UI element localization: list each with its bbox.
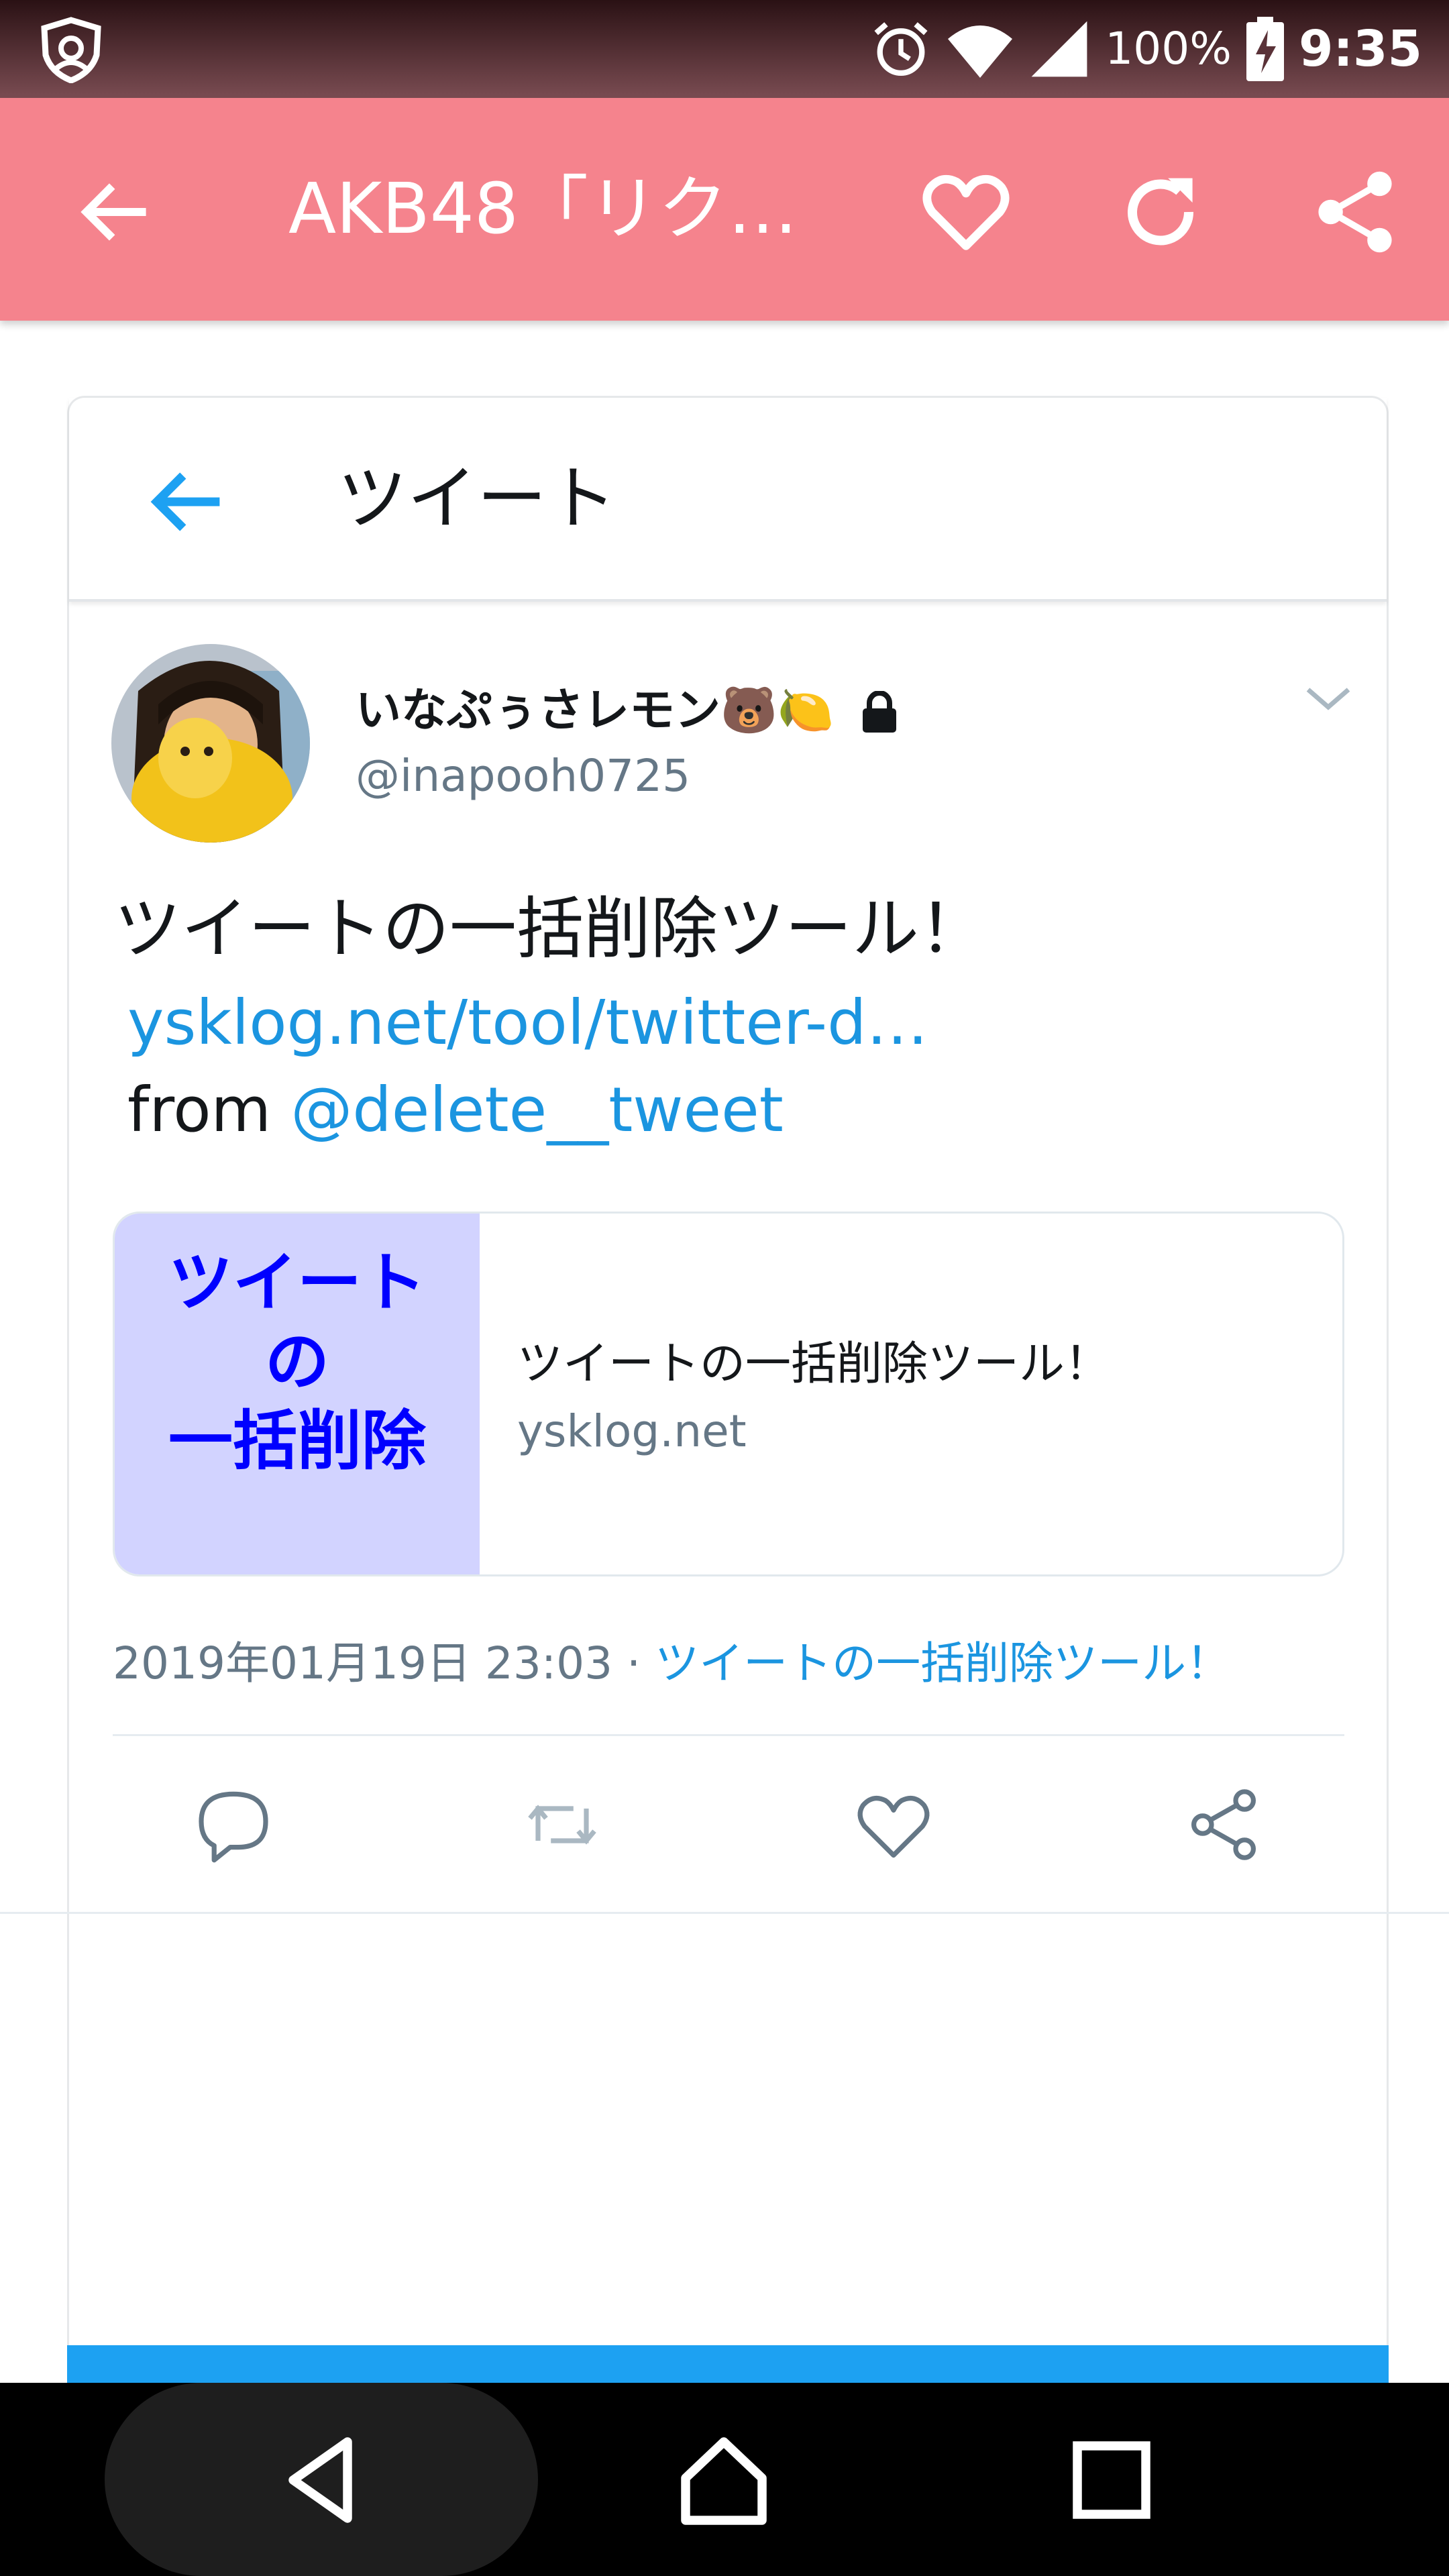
clock: 9:35 — [1298, 20, 1422, 78]
thumbnail-line: 一括削除 — [168, 1403, 426, 1479]
mention-link[interactable]: @delete__tweet — [290, 1074, 783, 1146]
thumbnail-line: の — [265, 1324, 329, 1399]
retweet-icon[interactable] — [522, 1784, 602, 1865]
refresh-icon[interactable] — [1114, 165, 1208, 259]
source-link[interactable]: ツイートの一括削除ツール！ — [655, 1638, 1230, 1689]
blue-action-bar[interactable] — [67, 2345, 1389, 2383]
nav-back-icon[interactable] — [271, 2430, 372, 2530]
from-label: from — [127, 1074, 272, 1146]
timestamp[interactable]: 2019年01月19日 23:03 — [113, 1638, 612, 1689]
page-title: AKB48「リク… — [288, 168, 798, 250]
back-arrow-icon[interactable] — [75, 172, 156, 252]
battery-percent: 100% — [1105, 23, 1232, 74]
avatar[interactable] — [111, 644, 310, 843]
share-icon[interactable] — [1183, 1784, 1264, 1865]
chevron-down-icon[interactable] — [1301, 678, 1355, 718]
link-preview-card[interactable]: ツイート の 一括削除 ツイートの一括削除ツール！ ysklog.net — [113, 1212, 1344, 1576]
favorite-heart-icon[interactable] — [919, 165, 1013, 259]
card-title: ツイート — [337, 458, 617, 539]
reply-icon[interactable] — [193, 1784, 274, 1865]
nav-recents-icon[interactable] — [1061, 2430, 1162, 2530]
tweet-link[interactable]: ysklog.net/tool/twitter-d… — [127, 979, 928, 1067]
alarm-icon — [874, 22, 928, 76]
user-display-name[interactable]: いなぷぅさレモン🐻🍋 — [356, 681, 834, 741]
shield-icon — [41, 17, 101, 83]
nav-home-icon[interactable] — [674, 2430, 774, 2530]
user-handle[interactable]: @inapooh0725 — [356, 746, 690, 806]
tweet-from-line: from @delete__tweet — [127, 1067, 784, 1154]
app-bar: AKB48「リク… — [0, 98, 1449, 321]
share-icon[interactable] — [1308, 165, 1402, 259]
divider — [113, 1734, 1344, 1736]
link-preview-title: ツイートの一括削除ツール！ — [517, 1338, 1111, 1391]
battery-charging-icon — [1246, 17, 1284, 81]
link-preview-thumbnail: ツイート の 一括削除 — [115, 1214, 480, 1574]
avatar-image — [111, 644, 310, 843]
tweet-actions — [0, 1771, 1449, 1878]
card-separator — [0, 1912, 1449, 1914]
like-heart-icon[interactable] — [853, 1784, 934, 1865]
tweet-text: ツイートの一括削除ツール！ — [114, 890, 986, 968]
thumbnail-line: ツイート — [168, 1245, 426, 1320]
signal-icon — [1031, 21, 1087, 77]
wifi-icon — [948, 25, 1013, 78]
card-header: ツイート — [69, 398, 1387, 602]
meta-separator: · — [612, 1638, 655, 1689]
status-bar: 100% 9:35 — [0, 0, 1449, 98]
lock-icon — [863, 691, 896, 733]
back-arrow-icon[interactable] — [143, 458, 230, 545]
tweet-meta: 2019年01月19日 23:03 · ツイートの一括削除ツール！ — [113, 1630, 1230, 1697]
status-icons: 100% 9:35 — [870, 0, 1422, 98]
thumbnail-text: ツイート の 一括削除 — [115, 1243, 480, 1481]
system-nav-bar — [0, 2383, 1449, 2576]
link-preview-domain: ysklog.net — [517, 1405, 747, 1457]
